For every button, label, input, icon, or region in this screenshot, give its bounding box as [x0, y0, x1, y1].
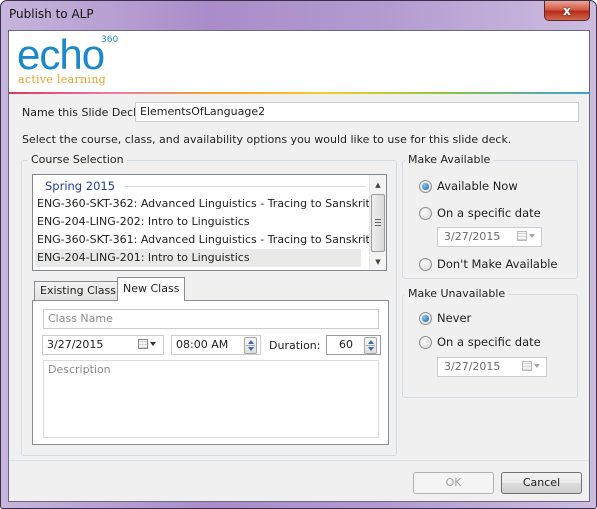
available-now-label[interactable]: Available Now [437, 179, 518, 193]
cancel-label: Cancel [522, 476, 561, 489]
course-label: ENG-360-SKT-361: Advanced Linguistics - … [37, 233, 370, 246]
tab-label: Existing Class [40, 284, 117, 297]
never-label[interactable]: Never [437, 311, 471, 325]
course-list-item[interactable]: ENG-204-LING-202: Intro to Linguistics [35, 213, 361, 231]
header-divider [9, 92, 589, 94]
chevron-down-icon [534, 364, 540, 368]
ok-button[interactable]: OK [413, 472, 494, 494]
class-time-input[interactable]: 08:00 AM [171, 335, 261, 355]
scrollbar-thumb[interactable] [371, 194, 385, 252]
class-date-picker[interactable]: 3/27/2015 [42, 335, 164, 355]
unavailable-date-picker[interactable]: 3/27/2015 [437, 357, 547, 377]
spin-up-icon[interactable] [248, 340, 254, 344]
dialog-window: Publish to ALP x echo 360 active learnin… [0, 0, 597, 509]
course-label: ENG-204-LING-202: Intro to Linguistics [37, 215, 250, 228]
dont-make-available-radio[interactable] [419, 258, 432, 271]
tab-label: New Class [123, 282, 180, 295]
slide-deck-name-value: ElementsOfLanguage2 [140, 105, 266, 118]
available-now-radio[interactable] [419, 180, 432, 193]
unavailable-on-date-label[interactable]: On a specific date [437, 335, 541, 349]
dialog-body: echo 360 active learning Name this Slide… [8, 30, 590, 502]
available-on-date-radio[interactable] [419, 207, 432, 220]
course-list[interactable]: Spring 2015 ENG-360-SKT-362: Advanced Li… [32, 174, 387, 271]
available-on-date-label[interactable]: On a specific date [437, 206, 541, 220]
course-list-item-selected[interactable]: ENG-204-LING-201: Intro to Linguistics [35, 249, 361, 267]
time-spinner[interactable] [244, 337, 257, 354]
spin-down-icon[interactable] [248, 347, 254, 351]
calendar-icon [138, 339, 148, 349]
class-date-value: 3/27/2015 [47, 338, 104, 351]
description-placeholder: Description [48, 363, 111, 376]
make-available-title: Make Available [405, 153, 494, 166]
unavailable-on-date-radio[interactable] [419, 336, 432, 349]
title-bar[interactable]: Publish to ALP x [1, 1, 596, 30]
class-name-input[interactable]: Class Name [43, 309, 379, 329]
logo-wordmark: echo [17, 31, 105, 78]
slide-deck-name-input[interactable]: ElementsOfLanguage2 [135, 102, 579, 122]
course-label: ENG-360-SKT-362: Advanced Linguistics - … [37, 197, 370, 210]
term-header-rule [125, 186, 366, 187]
make-unavailable-title: Make Unavailable [405, 287, 509, 300]
dont-make-available-label[interactable]: Don't Make Available [437, 257, 558, 271]
close-icon: x [563, 3, 571, 18]
course-selection-group: Course Selection Spring 2015 ENG-360-SKT… [21, 153, 397, 456]
duration-label: Duration: [269, 339, 321, 352]
slide-deck-name-label: Name this Slide Deck: [22, 106, 144, 119]
logo-superscript: 360 [101, 35, 119, 45]
tab-existing-class[interactable]: Existing Class [34, 281, 123, 300]
scroll-down-icon[interactable]: ▼ [370, 254, 386, 270]
header-banner: echo 360 active learning [9, 31, 589, 93]
course-list-item[interactable]: ENG-360-SKT-362: Advanced Linguistics - … [35, 195, 370, 213]
spin-up-icon[interactable] [368, 340, 374, 344]
tab-new-class[interactable]: New Class [117, 277, 186, 301]
make-unavailable-group: Make Unavailable Never On a specific dat… [402, 287, 578, 398]
unavailable-date-value: 3/27/2015 [444, 360, 501, 373]
logo-tagline: active learning [18, 73, 106, 86]
calendar-dropdown-button[interactable] [138, 338, 156, 352]
calendar-icon [522, 361, 532, 371]
available-date-value: 3/27/2015 [444, 230, 501, 243]
new-class-panel: Class Name 3/27/2015 08:00 AM Duration: … [32, 300, 389, 445]
course-list-item[interactable]: ENG-360-SKT-361: Advanced Linguistics - … [35, 231, 370, 249]
course-selection-title: Course Selection [28, 153, 127, 166]
class-name-placeholder: Class Name [48, 312, 113, 325]
course-label: ENG-204-LING-201: Intro to Linguistics [37, 251, 250, 264]
duration-value: 60 [339, 338, 353, 351]
ok-label: OK [445, 476, 462, 489]
class-time-value: 08:00 AM [176, 338, 229, 351]
duration-spinner[interactable] [364, 337, 377, 354]
course-list-scrollbar[interactable]: ▲ ▼ [369, 175, 386, 270]
echo360-logo: echo 360 active learning [17, 33, 127, 89]
footer-divider [9, 460, 589, 461]
spin-down-icon[interactable] [368, 347, 374, 351]
calendar-dropdown-button[interactable] [517, 230, 535, 244]
scroll-up-icon[interactable]: ▲ [370, 177, 386, 193]
window-title: Publish to ALP [9, 7, 94, 21]
chevron-down-icon [150, 342, 156, 346]
cancel-button[interactable]: Cancel [501, 472, 582, 494]
instruction-text: Select the course, class, and availabili… [22, 133, 512, 146]
available-date-picker[interactable]: 3/27/2015 [437, 227, 542, 247]
duration-input[interactable]: 60 [326, 335, 381, 355]
close-button[interactable]: x [544, 1, 590, 21]
calendar-icon [517, 231, 527, 241]
never-radio[interactable] [419, 312, 432, 325]
chevron-down-icon [529, 234, 535, 238]
calendar-dropdown-button[interactable] [522, 360, 540, 374]
make-available-group: Make Available Available Now On a specif… [402, 153, 578, 279]
description-input[interactable]: Description [43, 360, 379, 438]
